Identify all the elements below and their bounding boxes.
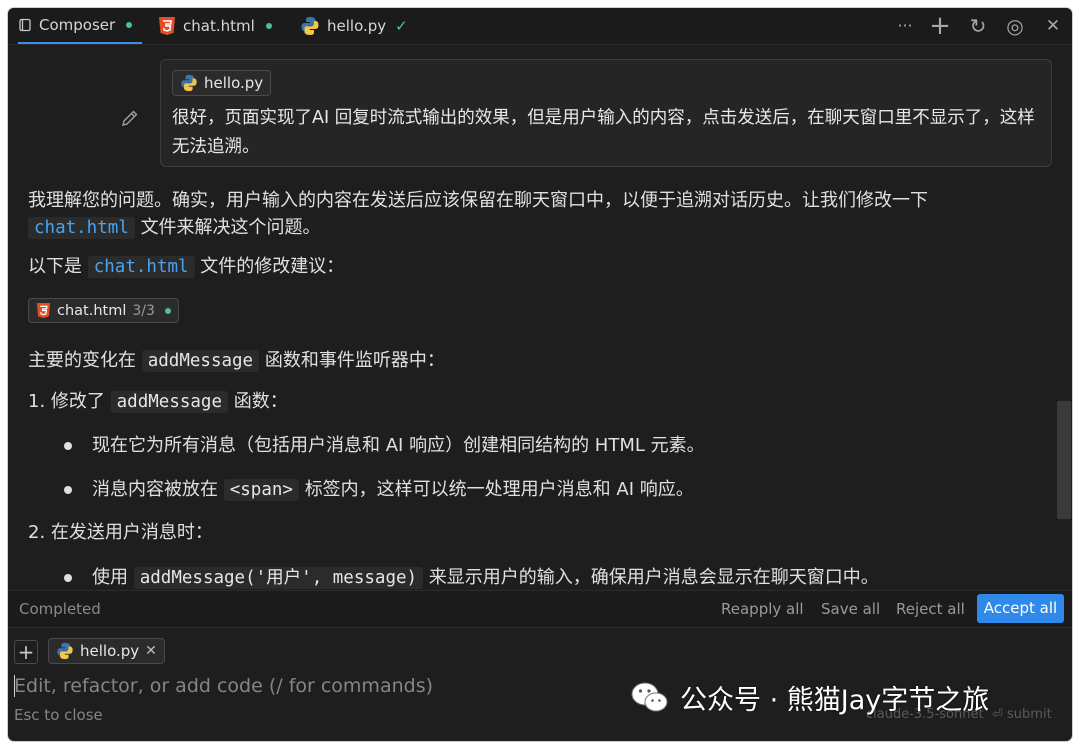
tab-hello-py[interactable]: hello.py ✓ bbox=[300, 8, 408, 44]
status-dot bbox=[164, 307, 171, 314]
attachment-chip[interactable]: hello.py bbox=[172, 70, 272, 96]
code-block-chip[interactable]: chat.html 3/3 bbox=[28, 298, 179, 323]
tab-label: chat.html bbox=[183, 17, 255, 35]
html5-file-icon bbox=[159, 17, 175, 35]
bullet-icon bbox=[64, 442, 72, 450]
new-composer-icon[interactable]: + bbox=[929, 13, 951, 39]
response-text: 文件来解决这个问题。 bbox=[140, 217, 321, 238]
watermark: 公众号 · 熊猫Jay字节之旅 bbox=[630, 678, 989, 717]
bullet-icon bbox=[64, 574, 72, 582]
bullet-item: 消息内容被放在 <span> 标签内，这样可以统一处理用户消息和 AI 响应。 bbox=[92, 476, 1042, 504]
bullet-item: 现在它为所有消息（包括用户消息和 AI 响应）创建相同结构的 HTML 元素。 bbox=[92, 435, 705, 456]
bullet-icon bbox=[64, 486, 72, 494]
list-item: 1. 修改了 addMessage 函数： bbox=[28, 388, 1038, 416]
speedometer-icon[interactable]: ◎ bbox=[1004, 16, 1026, 36]
inline-code: addMessage bbox=[110, 391, 228, 413]
completed-status: Completed bbox=[19, 600, 101, 618]
add-context-button[interactable]: + bbox=[14, 640, 38, 664]
bullet-item: 使用 addMessage('用户', message) 来显示用户的输入，确保… bbox=[92, 564, 1042, 590]
inline-code: addMessage bbox=[141, 350, 260, 372]
response-text: 主要的变化在 bbox=[28, 350, 136, 371]
response-text: 我理解您的问题。确实，用户输入的内容在发送后应该保留在聊天窗口中，以便于追溯对话… bbox=[28, 190, 928, 211]
text-caret bbox=[14, 675, 15, 697]
status-bar: Completed Reapply all Save all Reject al… bbox=[8, 590, 1072, 628]
file-reference[interactable]: chat.html bbox=[28, 217, 135, 239]
response-paragraph: 主要的变化在 addMessage 函数和事件监听器中： bbox=[28, 347, 1038, 375]
response-text: 消息内容被放在 bbox=[92, 479, 218, 500]
unsaved-dot bbox=[265, 23, 272, 29]
attachment-name: hello.py bbox=[204, 74, 264, 92]
history-icon[interactable]: ↻ bbox=[967, 16, 989, 36]
composer-window: Composer chat.html hello.py ✓ ··· + ↻ ◎ … bbox=[8, 8, 1072, 741]
response-text: 函数和事件监听器中： bbox=[264, 350, 445, 371]
reject-all-button[interactable]: Reject all bbox=[896, 600, 965, 618]
unsaved-dot bbox=[126, 22, 133, 28]
chip-filename: chat.html bbox=[57, 302, 127, 319]
response-paragraph: 以下是 chat.html 文件的修改建议： bbox=[28, 253, 1038, 281]
response-text: 1. 修改了 bbox=[28, 391, 105, 412]
tab-composer[interactable]: Composer bbox=[18, 8, 142, 44]
remove-chip-icon[interactable]: ✕ bbox=[145, 643, 157, 659]
wechat-icon bbox=[631, 682, 668, 711]
response-text: 以下是 bbox=[28, 256, 82, 277]
tab-label: Composer bbox=[39, 16, 116, 34]
submit-button[interactable]: ⏎ submit bbox=[992, 707, 1052, 722]
scrollbar-thumb[interactable] bbox=[1057, 401, 1071, 519]
inline-code: <span> bbox=[223, 479, 299, 501]
html5-file-icon bbox=[36, 303, 51, 318]
chip-count: 3/3 bbox=[132, 302, 155, 319]
close-icon[interactable]: ✕ bbox=[1042, 16, 1064, 36]
save-all-button[interactable]: Save all bbox=[821, 600, 880, 618]
response-paragraph: 我理解您的问题。确实，用户输入的内容在发送后应该保留在聊天窗口中，以便于追溯对话… bbox=[28, 187, 1038, 242]
accept-all-button[interactable]: Accept all bbox=[977, 594, 1064, 623]
response-text: 文件的修改建议： bbox=[200, 256, 345, 277]
python-file-icon bbox=[301, 17, 319, 35]
inline-code: addMessage('用户', message) bbox=[133, 567, 424, 589]
response-text: 函数： bbox=[233, 391, 288, 412]
list-item: 2. 在发送用户消息时： bbox=[28, 522, 213, 543]
file-reference[interactable]: chat.html bbox=[87, 256, 195, 278]
response-text: 标签内，这样可以统一处理用户消息和 AI 响应。 bbox=[304, 479, 694, 500]
watermark-text: 公众号 · 熊猫Jay字节之旅 bbox=[680, 685, 990, 716]
composer-icon bbox=[19, 18, 31, 32]
more-icon[interactable]: ··· bbox=[894, 16, 916, 36]
response-text: 使用 bbox=[92, 567, 128, 588]
reapply-all-button[interactable]: Reapply all bbox=[721, 600, 804, 618]
response-text: 来显示用户的输入，确保用户消息会显示在聊天窗口中。 bbox=[428, 567, 879, 588]
tab-bar: Composer chat.html hello.py ✓ ··· + ↻ ◎ … bbox=[8, 8, 1072, 45]
tab-chat-html[interactable]: chat.html bbox=[158, 8, 272, 44]
user-message-text: 很好，页面实现了AI 回复时流式输出的效果，但是用户输入的内容，点击发送后，在聊… bbox=[172, 108, 1035, 157]
tab-label: hello.py bbox=[327, 17, 387, 35]
saved-check-icon: ✓ bbox=[395, 17, 408, 35]
context-chip[interactable]: hello.py ✕ bbox=[48, 638, 165, 664]
user-message[interactable]: hello.py 很好，页面实现了AI 回复时流式输出的效果，但是用户输入的内容… bbox=[160, 59, 1052, 167]
python-file-icon bbox=[181, 74, 197, 92]
edit-pencil-icon[interactable] bbox=[120, 108, 140, 128]
python-file-icon bbox=[57, 642, 73, 660]
chip-filename: hello.py bbox=[80, 642, 140, 660]
esc-hint: Esc to close bbox=[14, 706, 103, 724]
